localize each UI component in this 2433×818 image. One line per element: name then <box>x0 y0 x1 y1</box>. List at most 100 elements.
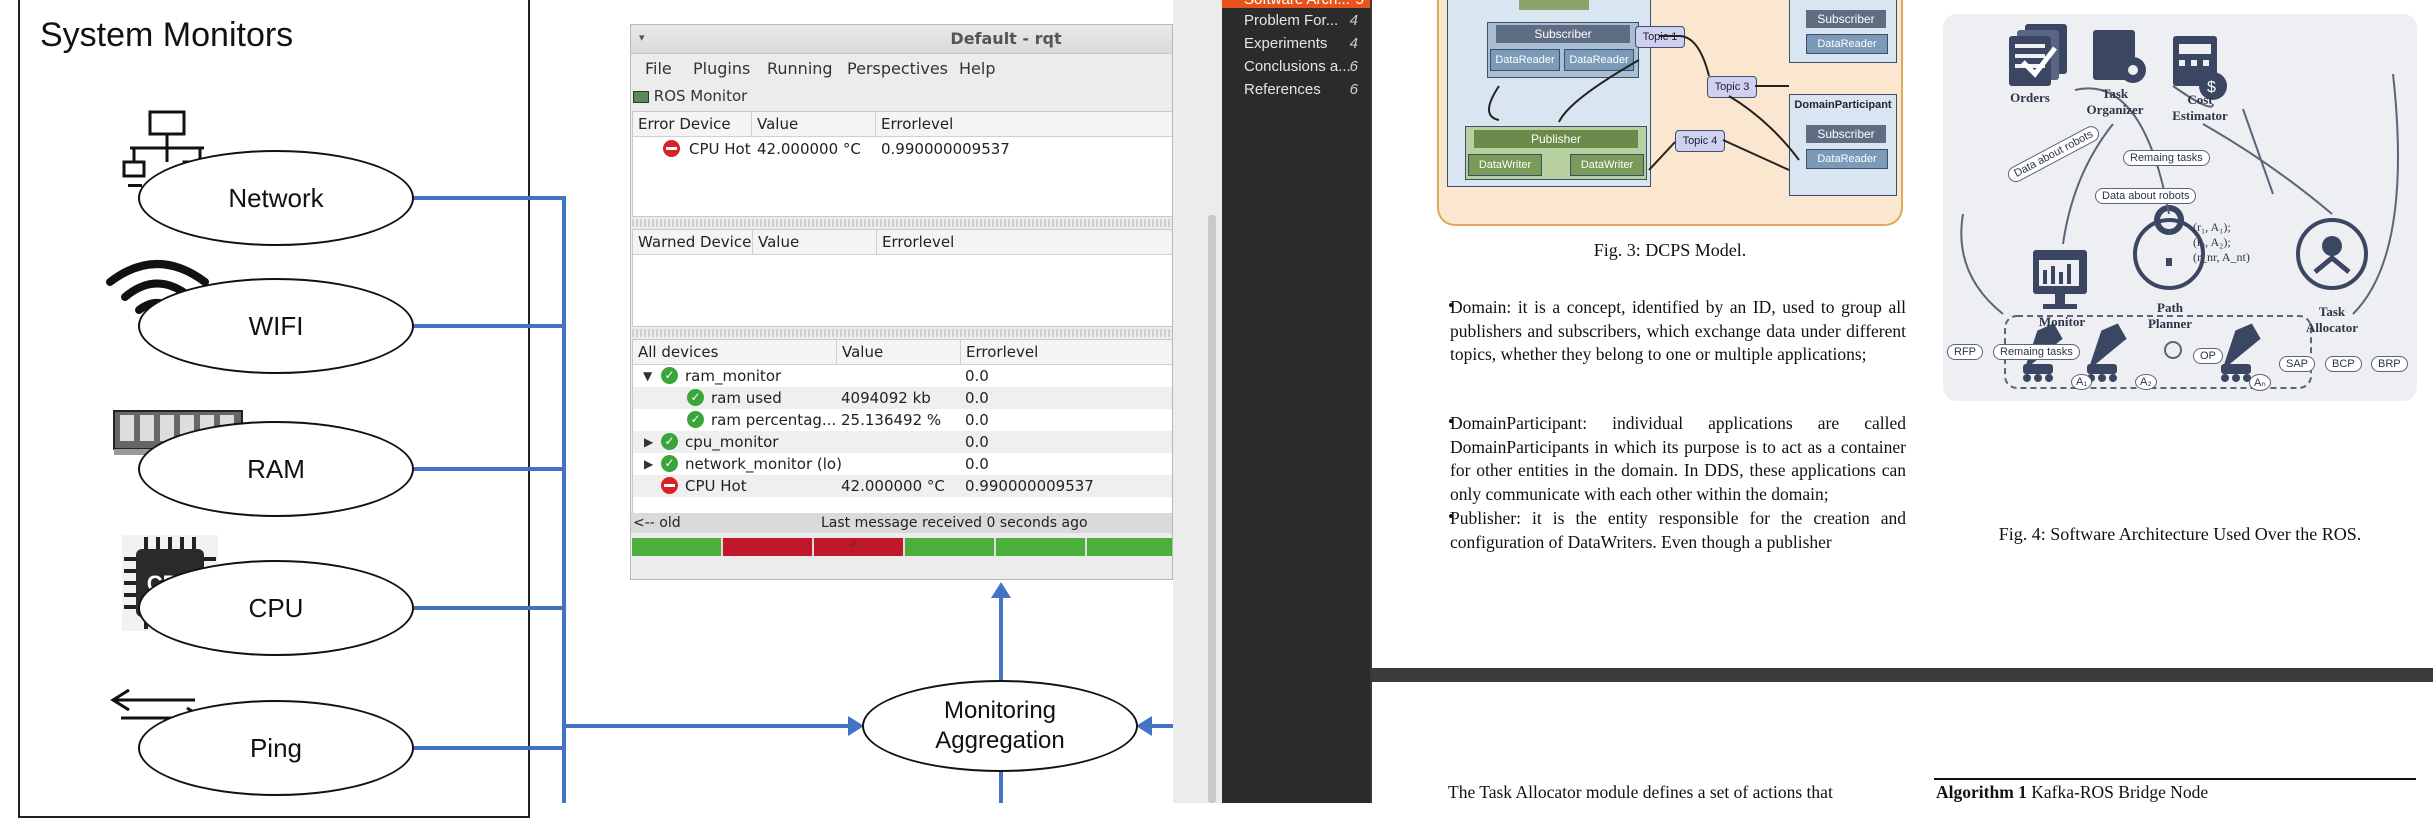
system-monitors-title: System Monitors <box>40 16 294 54</box>
expand-toggle-icon[interactable]: ▶ <box>644 457 653 471</box>
bullet-domain: Domain: it is a concept, identified by a… <box>1450 296 1906 367</box>
outline-item[interactable]: Conclusions a... 6 <box>1244 58 1364 75</box>
tree-row-device[interactable]: CPU Hot <box>685 477 747 495</box>
outline-item-label: Experiments <box>1244 35 1328 52</box>
remaining-tasks-pill-1: Remaing tasks <box>2123 150 2210 166</box>
brp-pill: BRP <box>2371 356 2408 372</box>
fig3-caption: Fig. 3: DCPS Model. <box>1593 240 1747 260</box>
warned-header-device[interactable]: Warned Device <box>633 230 753 254</box>
menu-file[interactable]: File <box>645 59 672 78</box>
error-devices-table: Error Device Value Errorlevel CPU Hot 42… <box>632 111 1172 217</box>
bcp-pill: BCP <box>2325 356 2362 372</box>
timeline-bar[interactable]: ⌕ <box>632 536 1172 556</box>
plugin-label-text: ROS Monitor <box>653 87 748 105</box>
error-row-level[interactable]: 0.990000009537 <box>881 140 1010 158</box>
outline-item[interactable]: Problem For... 4 <box>1244 12 1364 29</box>
rqt-menubar: File Plugins Running Perspectives Help <box>631 53 1172 83</box>
error-row-device[interactable]: CPU Hot <box>689 140 751 158</box>
timeline-segment-ok[interactable] <box>1087 538 1172 556</box>
menu-plugins[interactable]: Plugins <box>693 59 750 78</box>
tree-row-device[interactable]: cpu_monitor <box>685 433 778 451</box>
fig4-architecture-diagram: $ Orders Task Organizer Cost Estimator D… <box>1943 14 2417 401</box>
expand-toggle-icon[interactable]: ▶ <box>644 435 653 449</box>
vertical-scrollbar[interactable] <box>1208 215 1216 803</box>
tree-row-level[interactable]: 0.0 <box>965 433 989 451</box>
fig4-caption: Fig. 4: Software Architecture Used Over … <box>1998 524 2362 544</box>
bullet-domain-text: Domain: it is a concept, identified by a… <box>1450 297 1906 364</box>
tree-row-level[interactable]: 0.0 <box>965 411 989 429</box>
tree-row-level[interactable]: 0.0 <box>965 367 989 385</box>
warned-header-value[interactable]: Value <box>753 230 877 254</box>
all-header-device[interactable]: All devices <box>633 340 837 364</box>
error-header-device[interactable]: Error Device <box>633 112 752 136</box>
arrowhead-up <box>991 582 1011 598</box>
tree-row-device[interactable]: ram used <box>711 389 782 407</box>
error-header-value[interactable]: Value <box>752 112 876 136</box>
aggregation-label-1: Monitoring <box>943 697 1057 724</box>
outline-item[interactable]: Experiments 4 <box>1244 35 1364 52</box>
network-monitor-node: Network <box>138 150 414 246</box>
error-status-icon <box>663 140 680 157</box>
outline-item-page: 6 <box>1349 58 1358 75</box>
error-header-level[interactable]: Errorlevel <box>876 112 1172 136</box>
all-header-value[interactable]: Value <box>837 340 961 364</box>
tuple-2: (r₂, A₂); <box>2193 235 2231 249</box>
tree-row-device[interactable]: network_monitor (lo) <box>685 455 842 473</box>
fig4-graphics: $ <box>1960 24 2399 389</box>
page2-paragraph: The Task Allocator module defines a set … <box>1448 782 1833 802</box>
bullet-domainparticipant-text: DomainParticipant: individual applicatio… <box>1450 413 1906 504</box>
rqt-window: ▾ Default - rqt File Plugins Running Per… <box>630 24 1173 580</box>
tree-row-device[interactable]: ram_monitor <box>685 367 781 385</box>
algorithm-caption: Algorithm 1 Kafka-ROS Bridge Node <box>1936 782 2208 803</box>
task-organizer-label: Task Organizer <box>2086 86 2144 117</box>
data-about-robots-pill-2: Data about robots <box>2095 188 2197 204</box>
timeline-segment-error[interactable]: ⌕ <box>814 536 905 556</box>
system-monitors-box <box>18 0 530 818</box>
bullet-publisher: Publisher: it is the entity responsible … <box>1450 507 1906 554</box>
menu-running[interactable]: Running <box>767 59 833 78</box>
all-devices-tree: All devices Value Errorlevel ▼ ✓ ram_mon… <box>632 339 1172 519</box>
expand-toggle-icon[interactable]: ▼ <box>643 369 652 383</box>
monitoring-aggregation-node: Monitoring Aggregation <box>862 680 1138 772</box>
menu-perspectives[interactable]: Perspectives <box>847 59 948 78</box>
diagram-page: System Monitors Network WIFI RAM CPU Pin… <box>0 0 1173 818</box>
timeline-segment-ok[interactable] <box>996 538 1087 556</box>
timeline-segment-ok[interactable] <box>632 538 723 556</box>
tree-row-level[interactable]: 0.0 <box>965 455 989 473</box>
timeline-segment-ok[interactable] <box>905 538 996 556</box>
menu-help[interactable]: Help <box>959 59 995 78</box>
warned-header-level[interactable]: Errorlevel <box>877 230 1172 254</box>
rqt-titlebar[interactable]: ▾ Default - rqt <box>631 25 1172 54</box>
ok-status-icon: ✓ <box>661 367 678 384</box>
tree-row-level[interactable]: 0.990000009537 <box>965 477 1094 495</box>
bullet-domain-participant: DomainParticipant: individual applicatio… <box>1450 412 1906 506</box>
cpu-monitor-node: CPU <box>138 560 414 656</box>
aggregation-label-2: Aggregation <box>935 727 1065 754</box>
panel-splitter[interactable] <box>632 329 1172 337</box>
tuple-3: (r_nr, A_nt) <box>2193 250 2250 264</box>
tree-row-value[interactable]: 4094092 kb <box>841 389 931 407</box>
tree-row-value[interactable]: 42.000000 °C <box>841 477 945 495</box>
outline-item-label: Problem For... <box>1244 12 1339 29</box>
outline-item-label: Software Arch... <box>1244 0 1350 8</box>
panel-splitter[interactable] <box>632 219 1172 227</box>
outline-item[interactable]: References 6 <box>1244 81 1364 98</box>
plugin-icon <box>633 90 649 103</box>
connector-down <box>999 770 1003 803</box>
all-header-level[interactable]: Errorlevel <box>961 340 1172 364</box>
error-status-icon <box>661 477 678 494</box>
timeline-segment-error[interactable] <box>723 538 814 556</box>
cpu-label: CPU <box>248 592 304 623</box>
connector-ping <box>414 746 566 750</box>
tree-row-value[interactable]: 25.136492 % <box>841 411 941 429</box>
an-pill: Aₙ <box>2249 374 2271 391</box>
warned-devices-table: Warned Device Value Errorlevel <box>632 229 1172 327</box>
timeline-status-text: Last message received 0 seconds ago <box>821 515 1088 531</box>
magnifier-icon: ⌕ <box>850 536 858 551</box>
tree-row-level[interactable]: 0.0 <box>965 389 989 407</box>
bullet-publisher-text: Publisher: it is the entity responsible … <box>1450 508 1906 552</box>
tree-row-device[interactable]: ram percentag... <box>711 411 836 429</box>
ok-status-icon: ✓ <box>661 455 678 472</box>
outline-item-active[interactable]: Software Arch... 5 <box>1222 0 1370 8</box>
error-row-value[interactable]: 42.000000 °C <box>757 140 861 158</box>
